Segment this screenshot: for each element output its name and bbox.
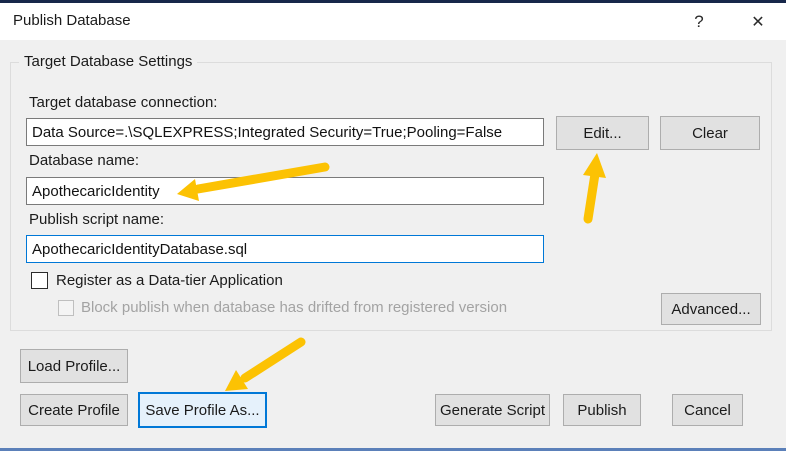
publish-script-field[interactable] [26,235,544,263]
titlebar[interactable]: Publish Database ? ✕ [0,3,786,40]
database-name-label: Database name: [29,152,139,169]
block-publish-checkbox [58,300,74,316]
connection-label: Target database connection: [29,94,217,111]
advanced-button[interactable]: Advanced... [661,293,761,325]
window-bottom-accent [0,448,786,451]
help-icon[interactable]: ? [677,3,721,40]
edit-button[interactable]: Edit... [556,116,649,150]
group-title: Target Database Settings [19,53,197,70]
register-dac-label[interactable]: Register as a Data-tier Application [56,272,283,289]
create-profile-button[interactable]: Create Profile [20,394,128,426]
close-icon[interactable]: ✕ [736,3,780,40]
publish-database-dialog: Publish Database ? ✕ Target Database Set… [0,0,786,453]
publish-script-label: Publish script name: [29,211,164,228]
save-profile-as-button[interactable]: Save Profile As... [138,392,267,428]
clear-button[interactable]: Clear [660,116,760,150]
publish-button[interactable]: Publish [563,394,641,426]
generate-script-button[interactable]: Generate Script [435,394,550,426]
register-dac-checkbox[interactable] [31,272,48,289]
block-publish-label: Block publish when database has drifted … [81,299,507,316]
dialog-title: Publish Database [13,12,131,29]
dialog-body: Target Database Settings Target database… [0,40,786,448]
cancel-button[interactable]: Cancel [672,394,743,426]
connection-field[interactable] [26,118,544,146]
load-profile-button[interactable]: Load Profile... [20,349,128,383]
target-database-settings-group: Target Database Settings Target database… [10,62,772,331]
database-name-field[interactable] [26,177,544,205]
